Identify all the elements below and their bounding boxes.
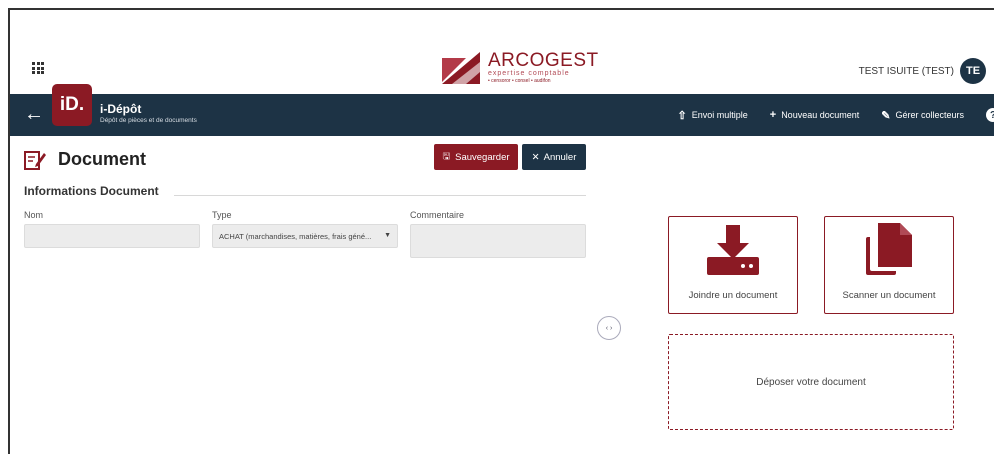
drop-zone-label: Déposer votre document (756, 376, 866, 388)
section-title: Informations Document (24, 184, 159, 198)
resize-arrows-icon: ‹ › (605, 324, 613, 332)
type-value: ACHAT (marchandises, matières, frais gén… (219, 232, 372, 241)
nom-label: Nom (24, 210, 44, 220)
cancel-label: Annuler (543, 151, 577, 163)
upload-icon: ⇧ (677, 109, 687, 122)
top-header: ARCOGEST expertise comptable • censoror … (10, 10, 994, 94)
logo-name: ARCOGEST (488, 50, 599, 71)
section-divider (174, 195, 586, 196)
edit-external-icon: ✎ (881, 109, 891, 122)
nom-input[interactable] (24, 224, 200, 248)
app-navbar: ← iD. i-Dépôt Dépôt de pièces et de docu… (10, 84, 994, 136)
logo-tagline: expertise comptable (488, 70, 570, 77)
panel-resize-toggle[interactable]: ‹ › (597, 316, 621, 340)
nouveau-document-button[interactable]: + Nouveau document (770, 109, 860, 121)
save-label: Sauvegarder (455, 151, 510, 163)
copy-documents-icon (866, 223, 912, 275)
gerer-collecteurs-label: Gérer collecteurs (895, 110, 964, 120)
company-logo: ARCOGEST expertise comptable • censoror … (442, 50, 599, 84)
logo-subline: • censoror • consel • audifon (488, 78, 551, 84)
drop-zone[interactable]: Déposer votre document (668, 334, 954, 430)
help-icon[interactable]: ? (986, 108, 994, 122)
envoi-multiple-label: Envoi multiple (691, 110, 748, 120)
close-icon: ✕ (531, 151, 540, 163)
commentaire-textarea[interactable] (410, 224, 586, 258)
caret-down-icon: ▼ (384, 232, 391, 239)
download-icon (707, 225, 759, 275)
join-document-card[interactable]: Joindre un document (668, 216, 798, 314)
scan-document-label: Scanner un document (842, 290, 936, 301)
envoi-multiple-button[interactable]: ⇧ Envoi multiple (678, 109, 748, 122)
avatar[interactable]: TE (960, 58, 986, 84)
app-subtitle: Dépôt de pièces et de documents (100, 117, 197, 124)
app-badge: iD. (52, 84, 92, 126)
scan-document-card[interactable]: Scanner un document (824, 216, 954, 314)
commentaire-label: Commentaire (410, 210, 465, 220)
plus-icon: + (769, 109, 777, 121)
type-label: Type (212, 210, 232, 220)
user-name[interactable]: TEST ISUITE (TEST) (859, 66, 954, 77)
nouveau-document-label: Nouveau document (781, 110, 860, 120)
save-button[interactable]: 🖫 Sauvegarder (434, 144, 518, 170)
document-edit-icon (24, 151, 46, 170)
apps-grid-icon[interactable] (32, 62, 44, 74)
app-title: i-Dépôt (100, 102, 142, 116)
user-menu[interactable]: TEST ISUITE (TEST) TE (859, 58, 986, 84)
cancel-button[interactable]: ✕ Annuler (522, 144, 586, 170)
page-title: Document (58, 149, 147, 169)
gerer-collecteurs-button[interactable]: ✎ Gérer collecteurs (881, 109, 964, 122)
logo-mark-icon (442, 52, 480, 84)
join-document-label: Joindre un document (688, 290, 778, 301)
back-arrow-icon[interactable]: ← (24, 104, 44, 124)
type-select[interactable]: ACHAT (marchandises, matières, frais gén… (212, 224, 398, 248)
app-window: ARCOGEST expertise comptable • censoror … (8, 8, 994, 454)
save-icon: 🖫 (442, 151, 451, 161)
